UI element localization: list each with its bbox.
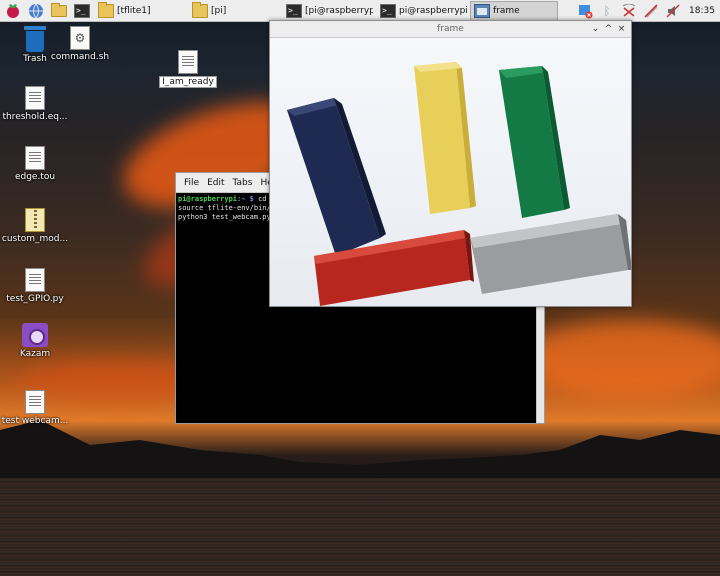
green-block: [499, 66, 570, 218]
wifi-disconnected-icon[interactable]: [618, 1, 640, 21]
frame-titlebar[interactable]: frame ⌄ ^ ×: [270, 21, 631, 38]
task-label: [tflite1]: [117, 5, 151, 16]
task-label: frame: [493, 5, 520, 16]
folder-icon: [192, 1, 208, 18]
menu-file[interactable]: File: [184, 178, 199, 188]
menu-edit[interactable]: Edit: [207, 178, 224, 188]
desktop-icon-threshold[interactable]: threshold.eq...: [2, 86, 68, 122]
terminal-path: :~ $: [237, 195, 254, 203]
desktop-icon-command-sh[interactable]: ⚙ command.sh: [48, 26, 112, 62]
desktop-icon-label: custom_mod...: [1, 234, 69, 244]
desktop-icon-i-am-ready[interactable]: I_am_ready: [156, 50, 220, 88]
blue-block: [287, 98, 386, 256]
file-manager-icon[interactable]: [49, 1, 69, 21]
yellow-block: [414, 62, 476, 214]
desktop-icon-kazam[interactable]: Kazam: [3, 323, 67, 359]
window-title: frame: [437, 24, 464, 34]
archive-file-icon: [25, 208, 45, 232]
desktop-icon-label: I_am_ready: [159, 76, 217, 88]
lake-water: [0, 478, 720, 576]
update-icon[interactable]: [574, 1, 596, 21]
task-label: [pi]: [211, 5, 227, 16]
task-label: [pi@raspberrypi:...: [305, 5, 374, 16]
web-browser-icon[interactable]: [26, 1, 46, 21]
task-pi[interactable]: [pi]: [188, 1, 280, 21]
desktop-icon-test-webcam[interactable]: test webcam...: [1, 390, 69, 426]
desktop-icon-label: threshold.eq...: [2, 112, 68, 122]
desktop-icon-label: edge.tou: [14, 172, 56, 182]
terminal-prompt: pi@raspberrypi: [178, 195, 238, 203]
task-terminal-2[interactable]: >_ pi@raspberrypi: ~: [376, 1, 468, 21]
system-tray: ᛒ 18:35: [574, 0, 720, 22]
kazam-app-icon: [22, 323, 48, 347]
bluetooth-icon[interactable]: ᛒ: [596, 1, 618, 21]
task-label: pi@raspberrypi: ~: [399, 5, 468, 16]
frame-window[interactable]: frame ⌄ ^ ×: [269, 20, 632, 307]
task-terminal-1[interactable]: >_ [pi@raspberrypi:...: [282, 1, 374, 21]
desktop-icon-label: test webcam...: [1, 416, 69, 426]
terminal-icon: >_: [380, 3, 396, 18]
text-file-icon: [25, 146, 45, 170]
folder-icon: [98, 1, 114, 18]
task-tflite1[interactable]: [tflite1]: [94, 1, 186, 21]
webcam-image: [270, 38, 631, 306]
text-file-icon: [25, 390, 45, 414]
network-icon[interactable]: [640, 1, 662, 21]
desktop-icon-label: test_GPIO.py: [6, 294, 64, 304]
terminal-icon: >_: [286, 3, 302, 18]
desktop-icon-label: Kazam: [19, 349, 51, 359]
text-file-icon: [178, 50, 198, 74]
text-file-icon: [25, 86, 45, 110]
maximize-icon[interactable]: ^: [602, 22, 615, 36]
script-file-icon: ⚙: [70, 26, 90, 50]
minimize-icon[interactable]: ⌄: [589, 22, 602, 36]
text-file-icon: [25, 268, 45, 292]
volume-muted-icon[interactable]: [662, 1, 684, 21]
clock[interactable]: 18:35: [684, 6, 720, 16]
terminal-launcher-icon[interactable]: >_: [72, 1, 92, 21]
desktop-icon-label: command.sh: [50, 52, 110, 62]
desktop-icon-test-gpio[interactable]: test_GPIO.py: [3, 268, 67, 304]
image-window-icon: [474, 3, 490, 18]
close-icon[interactable]: ×: [615, 22, 628, 36]
taskbar: >_ [tflite1] [pi] >_ [pi@raspberrypi:...…: [0, 0, 720, 22]
desktop-icon-custom-model[interactable]: custom_mod...: [1, 208, 69, 244]
trash-icon: [24, 26, 46, 52]
gray-block: [470, 214, 631, 294]
desktop-icon-label: Trash: [23, 54, 47, 64]
menu-tabs[interactable]: Tabs: [233, 178, 253, 188]
task-frame[interactable]: frame: [470, 0, 558, 21]
desktop-icon-edge[interactable]: edge.tou: [3, 146, 67, 182]
raspberry-menu-icon[interactable]: [3, 1, 23, 21]
